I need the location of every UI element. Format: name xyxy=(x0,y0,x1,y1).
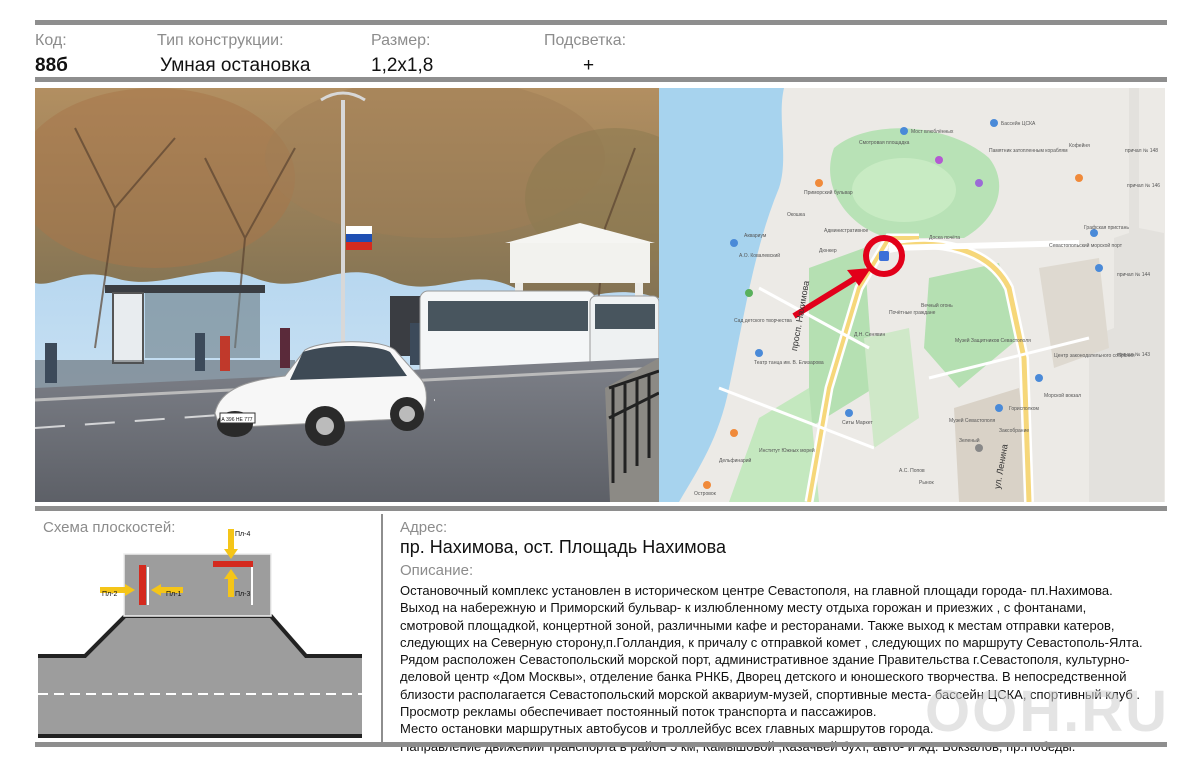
plane-2-bar xyxy=(139,565,146,605)
placement-schema: Схема плоскостей: Пл-1 Пл-2 Пл-3 Пл-4 xyxy=(35,514,379,742)
map-label: Зеленый xyxy=(959,438,980,444)
section-divider xyxy=(381,514,383,742)
header-divider xyxy=(35,77,1167,82)
map-label: Памятник затопленным кораблям xyxy=(989,148,1068,154)
plane-4-bar xyxy=(213,561,253,567)
map-label: Окошка xyxy=(787,212,806,218)
map-label: Горисполком xyxy=(1009,406,1039,412)
map-label: причал № 148 xyxy=(1125,148,1159,154)
map-label: Почётные граждане xyxy=(889,310,936,316)
light-value: + xyxy=(583,55,595,76)
map-label: Административное xyxy=(824,228,869,234)
map-label: А.С. Попов xyxy=(899,468,925,474)
location-photo: А 396 НЕ 777 xyxy=(35,88,659,502)
map-label: Театр танца им. В. Елизарова xyxy=(754,360,824,366)
description-line: Рядом расположен Севастопольский морской… xyxy=(400,652,1130,668)
map-label: Островок xyxy=(694,491,716,497)
description-line: Остановочный комплекс установлен в истор… xyxy=(400,583,1113,598)
map-label: Мост влюблённых xyxy=(911,129,954,135)
map-label: Бассейн ЦСКА xyxy=(1001,121,1036,127)
license-plate: А 396 НЕ 777 xyxy=(221,417,252,423)
map-label: Центр законодательного собрания xyxy=(1054,353,1135,359)
address-label: Адрес: xyxy=(400,519,448,536)
map-label: Музей Защитников Севастополя xyxy=(955,338,1031,344)
plane-label-4: Пл-4 xyxy=(235,531,250,538)
map-label: Морской вокзал xyxy=(1044,393,1082,399)
address-value: пр. Нахимова, ост. Площадь Нахимова xyxy=(400,537,727,557)
top-divider xyxy=(35,20,1167,25)
location-map: Мост влюблённых Бассейн ЦСКА Смотровая п… xyxy=(659,88,1165,502)
description-line: смотровой площадкой, концертной зоной, р… xyxy=(400,617,1115,633)
map-label: Кофейня xyxy=(1069,143,1090,149)
map-label: Смотровая площадка xyxy=(859,140,910,146)
plane-label-2: Пл-2 xyxy=(102,591,117,598)
map-label: Приморский бульвар xyxy=(804,190,853,196)
map-label: А.О. Ковалевский xyxy=(739,253,781,259)
size-value: 1,2х1,8 xyxy=(371,55,434,76)
map-label: Доска почёта xyxy=(929,235,960,241)
type-value: Умная остановка xyxy=(160,55,311,76)
description-label: Описание: xyxy=(400,562,474,579)
map-label: причал № 144 xyxy=(1117,272,1151,278)
map-label: Заксобрание xyxy=(999,428,1030,434)
code-value: 88б xyxy=(35,55,68,76)
type-label: Тип конструкции: xyxy=(157,32,284,49)
middle-divider xyxy=(35,506,1167,511)
map-label: Дюнкер xyxy=(819,248,837,254)
plane-3-line xyxy=(251,567,253,605)
plane-1-line xyxy=(147,567,149,605)
plane-label-3: Пл-3 xyxy=(235,591,250,598)
map-label: Графская пристань xyxy=(1084,225,1129,231)
code-label: Код: xyxy=(35,32,67,49)
map-label: Сад детского творчества xyxy=(734,318,792,324)
map-label: Севастопольский морской порт xyxy=(1049,243,1123,249)
plane-label-1: Пл-1 xyxy=(166,591,181,598)
watermark: OOH.RU xyxy=(925,679,1169,744)
size-label: Размер: xyxy=(371,32,431,49)
map-label: Дельфинарий xyxy=(719,458,752,464)
map-label: Рынок xyxy=(919,480,934,486)
light-label: Подсветка: xyxy=(544,32,627,49)
map-label: Вечный огонь xyxy=(921,303,953,309)
bottom-divider xyxy=(35,742,1167,747)
description-line: Выход на набережную и Приморский бульвар… xyxy=(400,600,1087,616)
map-label: Музей Севастополя xyxy=(949,418,996,424)
map-label: причал № 146 xyxy=(1127,183,1161,189)
map-label: Д.Н. Сенявин xyxy=(854,332,886,338)
map-label: Институт Южных морей xyxy=(759,448,815,454)
map-label: Ситы Маркет xyxy=(842,420,873,426)
map-label: Аквариум xyxy=(744,233,767,239)
description-line: следующих на Северную сторону,п.Голланди… xyxy=(400,634,1143,650)
